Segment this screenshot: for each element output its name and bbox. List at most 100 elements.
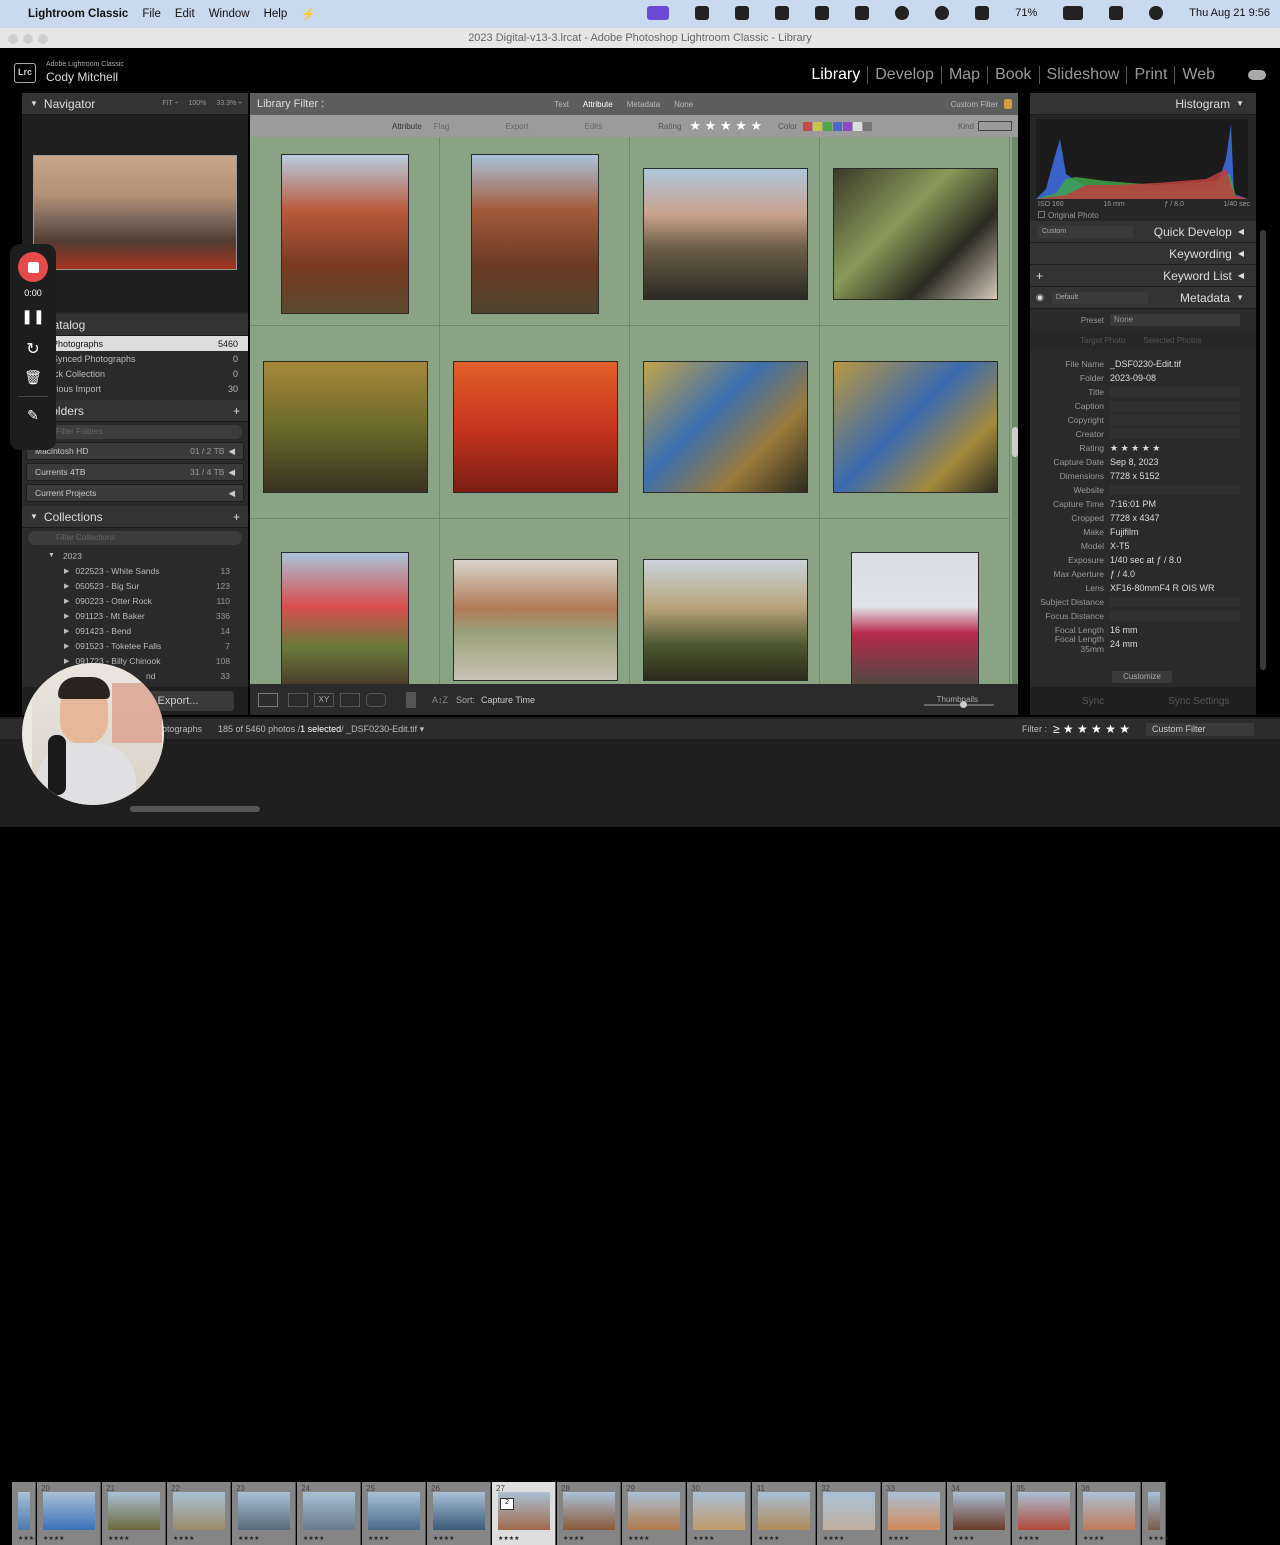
- metadata-value[interactable]: Fujifilm: [1110, 527, 1139, 537]
- filmstrip-frame[interactable]: 30 ★★★★: [687, 1482, 751, 1545]
- edits-label[interactable]: Edits: [584, 122, 602, 131]
- metadata-value[interactable]: ƒ / 4.0: [1110, 569, 1135, 579]
- sync-icon[interactable]: [695, 6, 710, 20]
- pause-icon[interactable]: ❚❚: [21, 308, 44, 325]
- photo-thumbnail[interactable]: [851, 551, 979, 684]
- filmstrip-frame[interactable]: 35 ★★★★: [1012, 1482, 1076, 1545]
- nav-100[interactable]: 100%: [188, 100, 206, 107]
- volume-arrow-icon[interactable]: ◀: [228, 446, 235, 457]
- module-develop[interactable]: Develop: [868, 66, 942, 84]
- people-view-icon[interactable]: [366, 692, 386, 707]
- filmstrip-thumbnail[interactable]: [953, 1492, 1005, 1530]
- module-print[interactable]: Print: [1127, 66, 1176, 84]
- volume-currents[interactable]: Currents 4TB 31 / 4 TB ◀: [26, 463, 244, 481]
- filmstrip-frame[interactable]: 32 ★★★★: [817, 1482, 881, 1545]
- filmstrip-thumbnail[interactable]: [563, 1492, 615, 1530]
- eye-icon[interactable]: ◉: [1036, 292, 1044, 303]
- volume-arrow-icon[interactable]: ◀: [228, 467, 235, 478]
- tool-icon[interactable]: [735, 6, 750, 20]
- collection-item[interactable]: ▶ 091123 - Mt Baker 336: [22, 608, 248, 623]
- filmstrip-thumbnail[interactable]: [18, 1492, 30, 1530]
- expand-icon[interactable]: ▶: [64, 642, 69, 650]
- grid-scrollbar[interactable]: [1012, 137, 1018, 684]
- menu-file[interactable]: File: [142, 8, 161, 20]
- filmstrip-frame[interactable]: 24 ★★★★: [297, 1482, 361, 1545]
- battery-text[interactable]: 71%: [1015, 7, 1037, 19]
- clock-icon[interactable]: [935, 6, 950, 20]
- menu-window[interactable]: Window: [209, 8, 250, 20]
- sort-select[interactable]: Capture Time: [481, 695, 535, 705]
- metadata-value[interactable]: [1110, 611, 1240, 621]
- filmstrip-rating-filter[interactable]: ≥ ★ ★ ★ ★ ★: [1053, 722, 1130, 736]
- filmstrip-frame[interactable]: ★★★★: [12, 1482, 40, 1545]
- color-label-swatches[interactable]: [803, 121, 873, 131]
- collection-item[interactable]: ▶ 022523 - White Sands 13: [22, 563, 248, 578]
- menu-edit[interactable]: Edit: [175, 8, 195, 20]
- metadata-preset-select[interactable]: Default: [1051, 291, 1148, 304]
- histogram[interactable]: ISO 160 16 mm ƒ / 8.0 1/40 sec Original Pho…: [1030, 115, 1256, 221]
- photo-thumbnail[interactable]: [832, 360, 998, 493]
- navigator-header[interactable]: ▼ Navigator FIT ÷ 100% 33.3% ÷: [22, 93, 248, 115]
- gear-icon[interactable]: [775, 6, 790, 20]
- filmstrip-thumbnail[interactable]: [888, 1492, 940, 1530]
- filmstrip-thumbnail[interactable]: [1083, 1492, 1135, 1530]
- collection-item[interactable]: ▶ 050523 - Big Sur 123: [22, 578, 248, 593]
- swatch-yellow[interactable]: [813, 121, 823, 131]
- grid-view-icon[interactable]: [258, 692, 278, 707]
- expand-icon[interactable]: ▶: [64, 612, 69, 620]
- photo-thumbnail[interactable]: [642, 167, 808, 300]
- metadata-value[interactable]: [1110, 597, 1240, 607]
- restart-icon[interactable]: ↻: [26, 339, 39, 359]
- siri-icon[interactable]: [1149, 6, 1164, 20]
- contrast-icon[interactable]: [895, 6, 910, 20]
- photo-thumbnail[interactable]: [471, 153, 599, 314]
- grid-cell[interactable]: [440, 137, 630, 326]
- filmstrip-filter-preset[interactable]: Custom Filter: [1146, 722, 1254, 736]
- filmstrip-frame[interactable]: 28 ★★★★: [557, 1482, 621, 1545]
- sort-direction-icon[interactable]: A↕Z: [432, 695, 448, 705]
- grid-cell[interactable]: [440, 326, 630, 519]
- selected-photos-button[interactable]: Selected Photos: [1143, 336, 1201, 345]
- swatch-purple[interactable]: [843, 121, 853, 131]
- filter-tab-none[interactable]: None: [674, 100, 693, 109]
- metadata-value[interactable]: 7:16:01 PM: [1110, 499, 1156, 509]
- thumbnail-size-slider[interactable]: [924, 701, 994, 708]
- filmstrip-frame[interactable]: 25 ★★★★: [362, 1482, 426, 1545]
- filmstrip-thumbnail[interactable]: [823, 1492, 875, 1530]
- export-filter-label[interactable]: Export: [505, 122, 528, 131]
- filmstrip-thumbnail[interactable]: [303, 1492, 355, 1530]
- collection-item[interactable]: ▶ 091523 - Toketee Falls 7: [22, 638, 248, 653]
- flag-label[interactable]: Flag: [434, 122, 450, 131]
- minimize-button[interactable]: [23, 34, 33, 44]
- slider-thumb[interactable]: [960, 701, 967, 708]
- customize-button[interactable]: Customize: [1112, 671, 1172, 683]
- grid-cell[interactable]: [820, 137, 1010, 326]
- filmstrip-thumbnail[interactable]: [693, 1492, 745, 1530]
- filmstrip-frame[interactable]: 31 ★★★★: [752, 1482, 816, 1545]
- grid-cell[interactable]: [820, 519, 1010, 684]
- photo-thumbnail[interactable]: [452, 360, 618, 493]
- grid-cell[interactable]: [250, 326, 440, 519]
- sync-settings-button[interactable]: Sync Settings: [1168, 696, 1229, 707]
- filmstrip-frame[interactable]: 26 ★★★★: [427, 1482, 491, 1545]
- quick-develop-preset[interactable]: Custom: [1038, 225, 1134, 238]
- menu-app-name[interactable]: Lightroom Classic: [28, 8, 128, 20]
- compare-view-icon[interactable]: XY: [314, 692, 334, 707]
- grid-cell[interactable]: [250, 519, 440, 684]
- metadata-value[interactable]: 16 mm: [1110, 625, 1138, 635]
- filmstrip-frame[interactable]: 36 ★★★★: [1077, 1482, 1141, 1545]
- filmstrip-frame[interactable]: 23 ★★★★: [232, 1482, 296, 1545]
- metadata-value[interactable]: Sep 8, 2023: [1110, 457, 1159, 467]
- rating-stars[interactable]: ★ ★ ★ ★ ★: [689, 118, 762, 134]
- filmstrip-frame[interactable]: 20 ★★★★: [37, 1482, 101, 1545]
- trash-icon[interactable]: 🗑: [24, 369, 42, 386]
- lock-icon[interactable]: [1004, 99, 1012, 109]
- zoom-button[interactable]: [38, 34, 48, 44]
- filmstrip-frame[interactable]: ★★★★: [1142, 1482, 1170, 1545]
- filmstrip-filename[interactable]: / _DSF0230-Edit.tif ▾: [341, 724, 424, 735]
- kind-buttons[interactable]: [978, 121, 1012, 131]
- swatch-blue[interactable]: [833, 121, 843, 131]
- menu-help[interactable]: Help: [264, 8, 288, 20]
- module-book[interactable]: Book: [988, 66, 1040, 84]
- metadata-value[interactable]: 1/40 sec at ƒ / 8.0: [1110, 555, 1182, 565]
